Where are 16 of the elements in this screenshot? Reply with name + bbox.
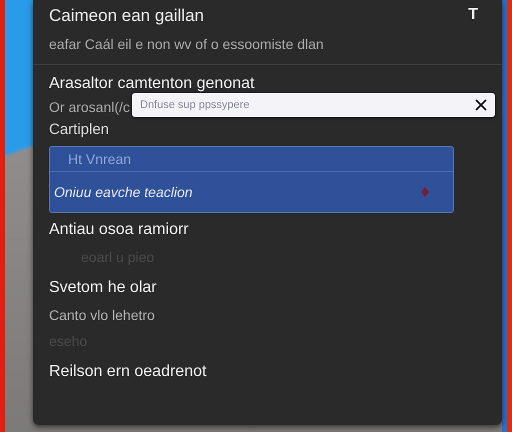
- field-label: Cartiplen: [49, 121, 110, 138]
- dropdown-option[interactable]: Oniuu eavche teaclion: [50, 171, 453, 212]
- hint-text: Or arosanl(/c: [49, 99, 130, 115]
- group-title: Reilson ern oeadrenot: [49, 363, 208, 381]
- section-title: Arasaltor camtenton genonat: [49, 75, 256, 93]
- search-field[interactable]: Dnfuse sup ppssypere: [132, 93, 495, 117]
- dropdown-list[interactable]: Ht Vnrean Oniuu eavche teaclion: [49, 146, 454, 213]
- group-title: Antiau osoa ramiorr: [49, 221, 190, 239]
- group-line: Canto vlo lehetro: [49, 307, 156, 323]
- close-icon[interactable]: [475, 99, 487, 111]
- search-input[interactable]: Dnfuse sup ppssypere: [138, 98, 475, 112]
- diamond-icon: [421, 187, 429, 197]
- group-title: Svetom he olar: [49, 279, 158, 297]
- header-button[interactable]: T: [460, 6, 486, 24]
- dialog-title: Caimeon ean gaillan: [49, 5, 204, 26]
- dialog-subtitle: eafar Caál eil e non wv of o essoomiste dlan: [49, 36, 325, 52]
